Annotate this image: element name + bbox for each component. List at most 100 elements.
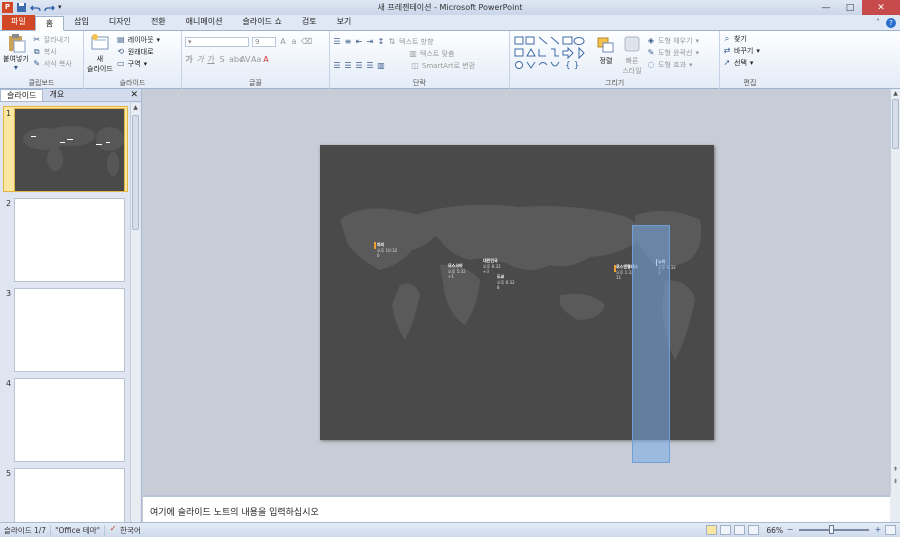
shape-effects-button[interactable]: ◌ 도형 효과 ▾ [647, 59, 699, 71]
zoom-out-icon[interactable]: − [786, 526, 794, 534]
underline-icon[interactable]: 가 [207, 56, 215, 64]
slide-thumbnail-3[interactable] [14, 288, 125, 372]
spellcheck-icon[interactable]: ✓ [109, 524, 117, 533]
city-offset[interactable]: 8 [497, 285, 500, 290]
normal-view-button[interactable] [706, 525, 718, 535]
language-indicator[interactable]: ✓ 한국어 [105, 524, 145, 536]
shapes-gallery[interactable]: { } [513, 35, 591, 75]
change-case-icon[interactable]: Aa [251, 56, 261, 64]
city-offset[interactable]: +1 [448, 274, 454, 279]
undo-icon[interactable] [30, 2, 41, 13]
bullets-icon[interactable]: ☰ [333, 38, 341, 46]
align-left-icon[interactable]: ☰ [333, 62, 341, 70]
city-offset[interactable]: +3 [483, 269, 489, 274]
copy-button[interactable]: ⧉ 복사 [33, 46, 72, 58]
notes-placeholder[interactable]: 여기에 슬라이드 노트의 내용을 입력하십시오 [150, 505, 319, 518]
justify-icon[interactable]: ☰ [366, 62, 374, 70]
slide-thumbnail-5[interactable] [14, 468, 125, 522]
city-offset[interactable]: 0 [377, 253, 380, 258]
tab-outline[interactable]: 개요 [43, 89, 70, 101]
italic-icon[interactable]: 가 [196, 56, 204, 64]
slides-panel-scrollbar[interactable]: ▲ [130, 103, 140, 522]
tab-design[interactable]: 디자인 [99, 15, 141, 30]
slide-thumbnail-4[interactable] [14, 378, 125, 462]
fit-to-window-button[interactable] [885, 525, 896, 535]
cut-button[interactable]: ✂ 잘라내기 [33, 34, 72, 46]
tab-file[interactable]: 파일 [2, 15, 35, 30]
next-slide-icon[interactable]: ⇟ [891, 477, 900, 487]
city-time[interactable]: 오후 10:32 [377, 248, 397, 254]
align-text-button[interactable]: ▥ 텍스트 맞춤 [409, 48, 506, 60]
grow-font-icon[interactable]: A [279, 38, 287, 46]
tab-insert[interactable]: 삽입 [64, 15, 99, 30]
replace-button[interactable]: ⇄ 바꾸기 ▾ [723, 45, 777, 57]
spacing-icon[interactable]: AV [240, 56, 250, 64]
font-family-combo[interactable]: ▾ [185, 37, 249, 47]
tab-view[interactable]: 보기 [327, 15, 362, 30]
zoom-in-icon[interactable]: + [874, 526, 882, 534]
powerpoint-logo-icon[interactable]: P [2, 2, 13, 13]
tab-animations[interactable]: 애니메이션 [176, 15, 233, 30]
customize-toolbar-icon[interactable]: ▾ [58, 2, 69, 13]
help-icon[interactable]: ? [886, 17, 896, 28]
layout-button[interactable]: ▤ 레이아웃 ▾ [117, 34, 160, 46]
previous-slide-icon[interactable]: ⇞ [891, 465, 900, 475]
minimize-ribbon-icon[interactable]: ˄ [874, 18, 882, 27]
notes-pane[interactable]: 여기에 슬라이드 노트의 내용을 입력하십시오 [143, 495, 890, 522]
reset-button[interactable]: ⟲ 원래대로 [117, 46, 160, 58]
paste-button[interactable]: 붙여넣기 ▾ [3, 33, 29, 72]
slide-thumbnail-1[interactable] [14, 108, 125, 192]
scroll-up-icon[interactable]: ▲ [131, 103, 140, 113]
smartart-icon[interactable]: ◫ [411, 62, 419, 70]
tab-review[interactable]: 검토 [292, 15, 327, 30]
slideshow-view-button[interactable] [748, 525, 760, 535]
slide-sorter-button[interactable] [720, 525, 732, 535]
close-button[interactable]: ✕ [862, 0, 900, 15]
selected-rectangle-shape[interactable] [632, 225, 670, 463]
font-size-combo[interactable]: 9 [252, 37, 276, 47]
shape-outline-button[interactable]: ✎ 도형 윤곽선 ▾ [647, 47, 699, 59]
tab-slideshow[interactable]: 슬라이드 쇼 [232, 15, 291, 30]
tab-home[interactable]: 홈 [34, 16, 65, 31]
paste-dropdown-icon[interactable]: ▾ [12, 64, 20, 72]
maximize-button[interactable]: □ [838, 0, 862, 15]
theme-name[interactable]: "Office 테마" [51, 524, 106, 536]
zoom-slider[interactable] [799, 525, 869, 534]
find-button[interactable]: ⌕ 찾기 [723, 33, 777, 45]
select-button[interactable]: ➚ 선택 ▾ [723, 57, 777, 69]
redo-icon[interactable] [44, 2, 55, 13]
shrink-font-icon[interactable]: a [290, 38, 298, 46]
bold-icon[interactable]: 가 [185, 56, 193, 64]
strikethrough-icon[interactable]: abc [229, 56, 243, 64]
decrease-indent-icon[interactable]: ⇤ [355, 38, 363, 46]
increase-indent-icon[interactable]: ⇥ [366, 38, 374, 46]
reading-view-button[interactable] [734, 525, 746, 535]
tab-transitions[interactable]: 전환 [141, 15, 176, 30]
tab-slides[interactable]: 슬라이드 [0, 89, 44, 101]
save-icon[interactable] [16, 2, 27, 13]
city-offset[interactable]: 11 [616, 275, 621, 280]
shape-fill-button[interactable]: ◈ 도형 채우기 ▾ [647, 35, 699, 47]
scroll-thumb[interactable] [892, 99, 899, 149]
text-direction-icon[interactable]: ⇅ [388, 38, 396, 46]
clear-format-icon[interactable]: ⌫ [301, 38, 312, 46]
arrange-button[interactable]: 정렬 [595, 35, 617, 76]
numbering-icon[interactable]: ≡ [344, 38, 352, 46]
columns-icon[interactable]: ▥ [377, 62, 385, 70]
scroll-up-icon[interactable]: ▲ [891, 89, 900, 99]
slide-editing-area[interactable]: 파리 오후 10:32 0 모스크바 오후 5:32 +1 대한민국 오후 6:… [143, 89, 890, 495]
zoom-slider-handle[interactable] [829, 525, 834, 534]
new-slide-button[interactable]: 새 슬라이드 [87, 33, 113, 74]
vertical-scrollbar[interactable]: ▲ ⇞ ⇟ [890, 89, 900, 495]
notes-scrollbar[interactable] [890, 495, 900, 522]
shadow-icon[interactable]: S [218, 56, 226, 64]
align-right-icon[interactable]: ☰ [355, 62, 363, 70]
close-panel-icon[interactable]: ✕ [130, 90, 138, 101]
zoom-level[interactable]: 66% [766, 526, 783, 535]
font-color-icon[interactable]: A [262, 56, 270, 64]
section-button[interactable]: ▭ 구역 ▾ [117, 58, 160, 70]
line-spacing-icon[interactable]: ↕ [377, 38, 385, 46]
align-center-icon[interactable]: ☰ [344, 62, 352, 70]
format-painter-button[interactable]: ✎ 서식 복사 [33, 58, 71, 70]
minimize-button[interactable]: — [814, 0, 838, 15]
